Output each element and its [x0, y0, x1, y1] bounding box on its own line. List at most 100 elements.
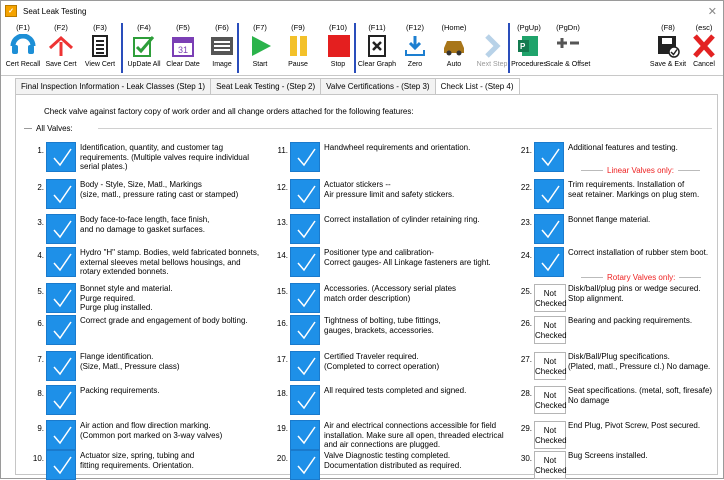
tab-step-1[interactable]: Final Inspection Information - Leak Clas…: [15, 78, 212, 94]
checklist-item: 5. Bonnet style and material. Purge requi…: [22, 283, 252, 313]
pause-button[interactable]: (F9) Pause: [279, 21, 317, 76]
pause-icon: [285, 34, 311, 58]
checked-toggle[interactable]: [290, 247, 320, 277]
shortcut-key: (F9): [291, 23, 305, 32]
tab-strip: Final Inspection Information - Leak Clas…: [15, 78, 520, 95]
cancel-button[interactable]: (esc) Cancel: [685, 21, 723, 76]
checklist-item: 6. Correct grade and engagement of body b…: [22, 315, 252, 345]
checked-toggle[interactable]: [534, 214, 564, 244]
checklist-item: 12. Actuator stickers -- Air pressure lim…: [266, 179, 496, 209]
checklist-item: 1. Identification, quantity, and customer…: [22, 142, 252, 172]
checklist-panel: Check valve against factory copy of work…: [15, 94, 718, 480]
cert-recall-icon: [10, 33, 36, 58]
item-text: Air and electrical connections accessibl…: [324, 421, 504, 449]
checkmark-icon: [541, 148, 560, 167]
item-number: 3.: [37, 218, 44, 227]
item-number: 7.: [37, 355, 44, 364]
checked-toggle[interactable]: [290, 385, 320, 415]
checked-toggle[interactable]: [46, 247, 76, 277]
checked-toggle[interactable]: [46, 179, 76, 209]
update-all-icon: [131, 34, 157, 58]
item-number: 2.: [37, 183, 44, 192]
checkmark-icon: [297, 456, 316, 475]
checked-toggle[interactable]: [534, 179, 564, 209]
item-text: Packing requirements.: [80, 386, 160, 395]
not-checked-toggle[interactable]: Not Checked: [534, 316, 567, 344]
checked-toggle[interactable]: [46, 450, 76, 480]
item-text: Actuator size, spring, tubing and fittin…: [80, 451, 195, 470]
checked-toggle[interactable]: [290, 450, 320, 480]
item-text: Positioner type and calibration- Correct…: [324, 248, 491, 267]
checklist-item: 7. Flange identification. (Size, Matl., P…: [22, 351, 252, 381]
subgroup-label-text: Linear Valves only:: [607, 166, 674, 175]
checked-toggle[interactable]: [290, 179, 320, 209]
checked-toggle[interactable]: [290, 420, 320, 450]
svg-text:31: 31: [178, 45, 188, 55]
checkmark-icon: [53, 220, 72, 239]
checkmark-icon: [297, 148, 316, 167]
item-text: Handwheel requirements and orientation.: [324, 143, 471, 152]
checklist-item: 10. Actuator size, spring, tubing and fit…: [22, 450, 252, 480]
tab-step-2[interactable]: Seat Leak Testing - (Step 2): [210, 78, 322, 94]
checked-toggle[interactable]: [290, 351, 320, 381]
not-checked-toggle[interactable]: Not Checked: [534, 421, 567, 449]
checked-toggle[interactable]: [290, 142, 320, 172]
checked-toggle[interactable]: [46, 351, 76, 381]
checked-toggle[interactable]: [290, 315, 320, 345]
scale-offset-button[interactable]: (PgDn) Scale & Offset: [546, 21, 591, 76]
shortcut-key: (PgUp): [517, 23, 541, 32]
shortcut-key: (F10): [329, 23, 347, 32]
checked-toggle[interactable]: [534, 247, 564, 277]
button-label: Scale & Offset: [545, 61, 591, 68]
checklist-item: 8. Packing requirements.: [22, 385, 252, 415]
not-checked-toggle[interactable]: Not Checked: [534, 352, 567, 380]
window-close-icon[interactable]: ✕: [708, 5, 717, 18]
item-number: 6.: [37, 319, 44, 328]
tab-step-3[interactable]: Valve Certifications - (Step 3): [320, 78, 436, 94]
tab-step-4[interactable]: Check List - (Step 4): [434, 78, 520, 95]
checkmark-icon: [53, 321, 72, 340]
checked-toggle[interactable]: [46, 385, 76, 415]
checkmark-icon: [53, 253, 72, 272]
checklist-item: 13. Correct installation of cylinder reta…: [266, 214, 496, 244]
checkmark-icon: [53, 391, 72, 410]
item-number: 18.: [276, 389, 288, 398]
checklist-item: 20. Valve Diagnostic testing completed. D…: [266, 450, 496, 480]
view-cert-icon: [87, 34, 113, 58]
shortcut-key: (F1): [16, 23, 30, 32]
checked-toggle[interactable]: [46, 315, 76, 345]
checked-toggle[interactable]: [290, 214, 320, 244]
not-checked-toggle[interactable]: Not Checked: [534, 451, 567, 479]
checked-toggle[interactable]: [46, 142, 76, 172]
checkmark-icon: [53, 426, 72, 445]
checked-toggle[interactable]: [290, 283, 320, 313]
not-checked-toggle[interactable]: Not Checked: [534, 386, 567, 414]
view-cert-button[interactable]: (F3) View Cert: [81, 21, 119, 76]
clear-graph-icon: [364, 34, 390, 58]
shortcut-key: (F4): [137, 23, 151, 32]
checked-toggle[interactable]: [534, 142, 564, 172]
scale-offset-icon: [555, 34, 581, 58]
shortcut-key: (F5): [176, 23, 190, 32]
toolbar: (F1) Cert Recall (F2) Save Cert (F3) View Cer…: [1, 21, 723, 76]
not-checked-toggle[interactable]: Not Checked: [534, 284, 567, 312]
checkmark-icon: [297, 357, 316, 376]
checked-toggle[interactable]: [46, 283, 76, 313]
checkmark-icon: [297, 321, 316, 340]
checklist-item: 19. Air and electrical connections access…: [266, 420, 504, 450]
checkmark-icon: [541, 185, 560, 204]
item-text: Air action and flow direction marking. (…: [80, 421, 223, 440]
title-bar: ✓ Seat Leak Testing ✕: [1, 1, 723, 21]
checkmark-icon: [53, 289, 72, 308]
item-text: Bearing and packing requirements.: [568, 316, 693, 325]
checklist-item: 27. Not Checked Disk/Ball/Plug specificati…: [510, 351, 724, 381]
item-number: 13.: [276, 218, 288, 227]
item-number: 19.: [276, 424, 288, 433]
checked-toggle[interactable]: [46, 214, 76, 244]
checked-toggle[interactable]: [46, 420, 76, 450]
item-number: 24.: [520, 251, 532, 260]
next-step-icon: [479, 34, 505, 58]
item-number: 22.: [520, 183, 532, 192]
checklist-item: 17. Certified Traveler required. (Complet…: [266, 351, 496, 381]
checklist-item: 22. Trim requirements. Installation of se…: [510, 179, 724, 209]
